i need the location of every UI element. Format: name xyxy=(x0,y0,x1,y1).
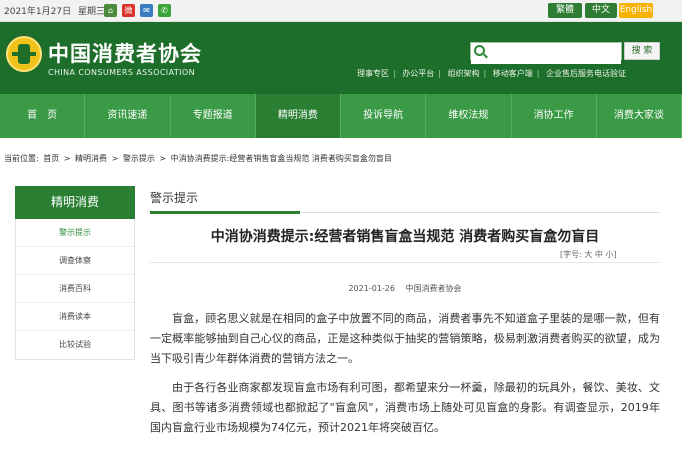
section-header: 警示提示 xyxy=(150,183,660,214)
home-icon[interactable]: ⌂ xyxy=(104,4,117,17)
breadcrumb-sep: > xyxy=(111,154,119,163)
lang-english-button[interactable]: English xyxy=(619,3,653,18)
article-paragraph: 盲盒，顾名思义就是在相同的盒子中放置不同的商品，消费者事先不知道盒子里装的是哪一… xyxy=(150,312,660,365)
nav-item-forum[interactable]: 消费大家谈 xyxy=(597,94,682,138)
nav-item-home[interactable]: 首 页 xyxy=(0,94,86,138)
sidebar-title: 精明消费 xyxy=(15,186,135,219)
section-title: 警示提示 xyxy=(150,191,199,205)
lang-chinese-button[interactable]: 中文 xyxy=(585,3,617,18)
breadcrumb-home[interactable]: 首页 xyxy=(43,154,59,163)
nav-item-news[interactable]: 资讯速递 xyxy=(85,94,171,138)
date-display: 2021年1月27日 星期三 xyxy=(4,4,109,17)
font-size-control[interactable]: [字号: 大 中 小] xyxy=(560,249,617,260)
breadcrumb-sep: > xyxy=(63,154,71,163)
sidebar-item-survey[interactable]: 调查体察 xyxy=(16,247,134,275)
title-divider xyxy=(150,262,660,263)
publish-date: 2021-01-26 xyxy=(348,284,395,293)
sidebar-list: 警示提示 调查体察 消费百科 消费读本 比较试验 xyxy=(15,219,135,360)
sidebar-item-encyclopedia[interactable]: 消费百科 xyxy=(16,275,134,303)
quicklink-mobile[interactable]: 移动客户端 xyxy=(493,69,533,78)
site-subtitle: CHINA CONSUMERS ASSOCIATION xyxy=(48,68,195,77)
weibo-icon[interactable]: 微 xyxy=(122,4,135,17)
breadcrumb-sep: > xyxy=(159,154,167,163)
main-nav: 首 页 资讯速递 专题报道 精明消费 投诉导航 维权法规 消协工作 消费大家谈 xyxy=(0,94,682,138)
site-header: 中国消费者协会 CHINA CONSUMERS ASSOCIATION 搜 索 … xyxy=(0,22,682,94)
nav-item-regulations[interactable]: 维权法规 xyxy=(426,94,512,138)
sidebar-item-comparison[interactable]: 比较试验 xyxy=(16,331,134,359)
article-title: 中消协消费提示:经营者销售盲盒当规范 消费者购买盲盒勿盲目 xyxy=(210,229,600,245)
article-paragraph: 由于各行各业商家都发现盲盒市场有利可图，都希望来分一杯羹，除最初的玩具外，餐饮、… xyxy=(150,381,660,434)
lang-traditional-button[interactable]: 繁體 xyxy=(548,3,582,18)
nav-item-smart-consumption[interactable]: 精明消费 xyxy=(255,94,341,138)
breadcrumb-current: 中消协消费提示:经营者销售盲盒当规范 消费者购买盲盒勿盲目 xyxy=(170,154,392,163)
top-utility-bar: 2021年1月27日 星期三 ⌂ 微 ✉ ✆ 繁體 中文 English xyxy=(0,0,682,22)
search-button[interactable]: 搜 索 xyxy=(624,42,660,60)
breadcrumb: 当前位置: 首页 > 精明消费 > 警示提示 > 中消协消费提示:经营者销售盲盒… xyxy=(4,153,394,164)
header-quicklinks: 理事专区 | 办公平台 | 组织架构 | 移动客户端 | 企业售后服务电话验证 xyxy=(357,69,626,78)
quicklink-office[interactable]: 办公平台 xyxy=(402,69,434,78)
date-text: 2021年1月27日 xyxy=(4,7,72,17)
publisher: 中国消费者协会 xyxy=(405,284,462,293)
nav-item-topics[interactable]: 专题报道 xyxy=(171,94,256,138)
search-icon xyxy=(474,45,485,56)
site-title[interactable]: 中国消费者协会 xyxy=(48,38,202,68)
breadcrumb-prefix: 当前位置: xyxy=(4,154,39,163)
wechat-icon[interactable]: ✆ xyxy=(158,4,171,17)
quicklink-structure[interactable]: 组织架构 xyxy=(448,69,480,78)
mail-icon[interactable]: ✉ xyxy=(140,4,153,17)
quicklink-verify[interactable]: 企业售后服务电话验证 xyxy=(546,69,626,78)
nav-item-association-work[interactable]: 消协工作 xyxy=(512,94,597,138)
nav-item-complaints[interactable]: 投诉导航 xyxy=(341,94,427,138)
logo-emblem-icon[interactable] xyxy=(6,36,42,72)
social-links: ⌂ 微 ✉ ✆ xyxy=(104,4,171,17)
breadcrumb-smart-consumption[interactable]: 精明消费 xyxy=(75,154,107,163)
breadcrumb-warnings[interactable]: 警示提示 xyxy=(123,154,155,163)
quicklink-council[interactable]: 理事专区 xyxy=(357,69,389,78)
search-input[interactable] xyxy=(471,48,621,64)
weekday-text: 星期三 xyxy=(77,7,105,17)
publish-info: 2021-01-26 中国消费者协会 xyxy=(150,283,660,294)
section-underline xyxy=(150,211,300,214)
sidebar-item-reader[interactable]: 消费读本 xyxy=(16,303,134,331)
search-box xyxy=(470,42,622,64)
sidebar-item-warnings[interactable]: 警示提示 xyxy=(16,219,134,247)
